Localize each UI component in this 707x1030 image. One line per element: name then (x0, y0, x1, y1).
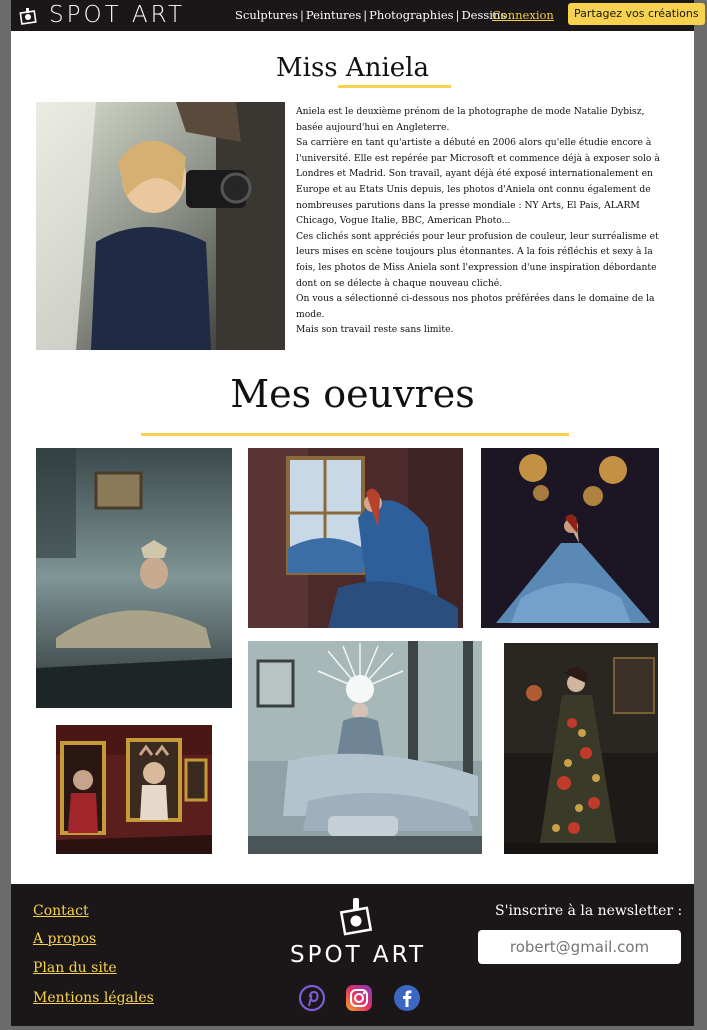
page: SPOT ART Sculptures | Peintures | Photograph… (11, 0, 705, 1026)
nav-separator: | (363, 8, 368, 22)
bio-paragraph: Ces clichés sont appréciés pour leur pro… (296, 230, 659, 289)
works-underline (141, 433, 569, 436)
nav-photographies[interactable]: Photographies (369, 8, 453, 22)
logo-text[interactable]: SPOT ART (49, 1, 185, 29)
bio-paragraph: Sa carrière en tant qu'artiste a débuté … (296, 137, 660, 227)
newsletter-label: S'inscrire à la newsletter : (495, 903, 683, 919)
footer-link-about[interactable]: A propos (33, 931, 96, 947)
footer-link-legal[interactable]: Mentions légales (33, 990, 154, 1006)
artwork-thumbnail[interactable] (248, 448, 463, 628)
newsletter-email-input[interactable] (478, 930, 681, 964)
login-link[interactable]: Connexion (492, 8, 554, 22)
footer: Contact A propos Plan du site Mentions l… (11, 884, 694, 1026)
logo-icon[interactable] (337, 896, 377, 940)
works-title: Mes oeuvres (230, 372, 475, 416)
facebook-icon[interactable] (393, 984, 421, 1012)
top-navbar: SPOT ART Sculptures | Peintures | Photograph… (11, 0, 705, 31)
logo-icon[interactable] (18, 6, 38, 26)
nav-sculptures[interactable]: Sculptures (235, 8, 298, 22)
artist-name: Miss Aniela (276, 53, 429, 83)
footer-link-contact[interactable]: Contact (33, 903, 89, 919)
artist-bio: Aniela est le deuxième prénom de la phot… (296, 104, 670, 338)
nav-separator: | (455, 8, 460, 22)
instagram-icon[interactable] (345, 984, 373, 1012)
artwork-thumbnail[interactable] (36, 448, 232, 708)
artwork-thumbnail[interactable] (504, 643, 658, 854)
bio-paragraph: On vous a sélectionné ci-dessous nos pho… (296, 293, 655, 320)
nav-separator: | (300, 8, 304, 22)
bio-paragraph: Aniela est le deuxième prénom de la phot… (296, 106, 645, 133)
artwork-thumbnail[interactable] (248, 641, 482, 854)
footer-logo-text[interactable]: SPOT ART (290, 942, 426, 968)
footer-link-sitemap[interactable]: Plan du site (33, 960, 117, 976)
bio-paragraph: Mais son travail reste sans limite. (296, 324, 454, 336)
name-underline (338, 85, 451, 88)
nav-peintures[interactable]: Peintures (306, 8, 361, 22)
main-nav: Sculptures | Peintures | Photographies | Dessi… (235, 8, 506, 22)
artist-portrait (36, 102, 285, 350)
share-creations-button[interactable]: Partagez vos créations (568, 3, 705, 25)
pinterest-icon[interactable] (298, 984, 326, 1012)
artwork-thumbnail[interactable] (481, 448, 659, 628)
artwork-thumbnail[interactable] (56, 725, 212, 854)
